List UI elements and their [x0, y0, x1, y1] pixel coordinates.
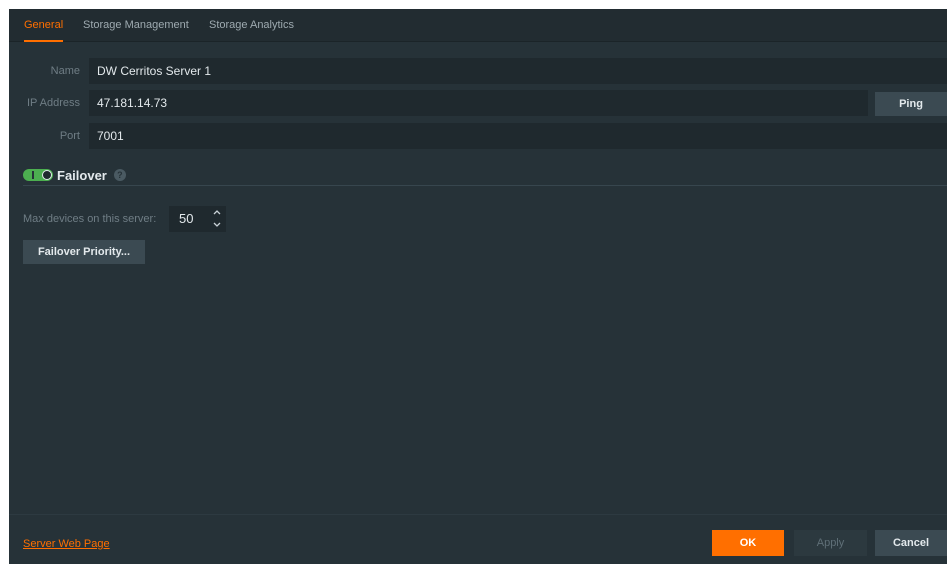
name-input[interactable] [89, 58, 947, 84]
apply-button[interactable]: Apply [794, 530, 867, 556]
question-circle-icon[interactable]: ? [113, 169, 126, 181]
port-label: Port [59, 130, 80, 142]
chevron-down-icon[interactable] [211, 219, 223, 230]
chevron-up-icon[interactable] [211, 207, 223, 218]
cancel-button[interactable]: Cancel [875, 530, 947, 556]
max-devices-value: 50 [179, 211, 194, 226]
tab-storage-analytics[interactable]: Storage Analytics [209, 9, 294, 42]
max-devices-label: Max devices on this server: [23, 213, 157, 225]
failover-toggle[interactable] [23, 169, 53, 181]
section-divider [23, 185, 947, 186]
server-web-page-link[interactable]: Server Web Page [23, 538, 110, 550]
tab-general[interactable]: General [24, 9, 64, 42]
toggle-on-mark [32, 171, 34, 179]
failover-title: Failover [57, 167, 107, 183]
port-input[interactable] [89, 123, 947, 149]
ip-address-label: IP Address [27, 97, 80, 109]
footer-divider [9, 514, 947, 515]
name-label: Name [50, 65, 80, 77]
ip-address-input[interactable] [89, 90, 868, 116]
tab-storage-management[interactable]: Storage Management [83, 9, 189, 42]
failover-priority-button[interactable]: Failover Priority... [23, 240, 145, 264]
tab-bar: General Storage Management Storage Analy… [9, 9, 947, 42]
failover-section-header: Failover ? [23, 165, 126, 185]
ok-button[interactable]: OK [712, 530, 784, 556]
toggle-knob [42, 170, 52, 180]
ping-button[interactable]: Ping [875, 92, 947, 116]
server-settings-dialog: General Storage Management Storage Analy… [9, 9, 947, 564]
